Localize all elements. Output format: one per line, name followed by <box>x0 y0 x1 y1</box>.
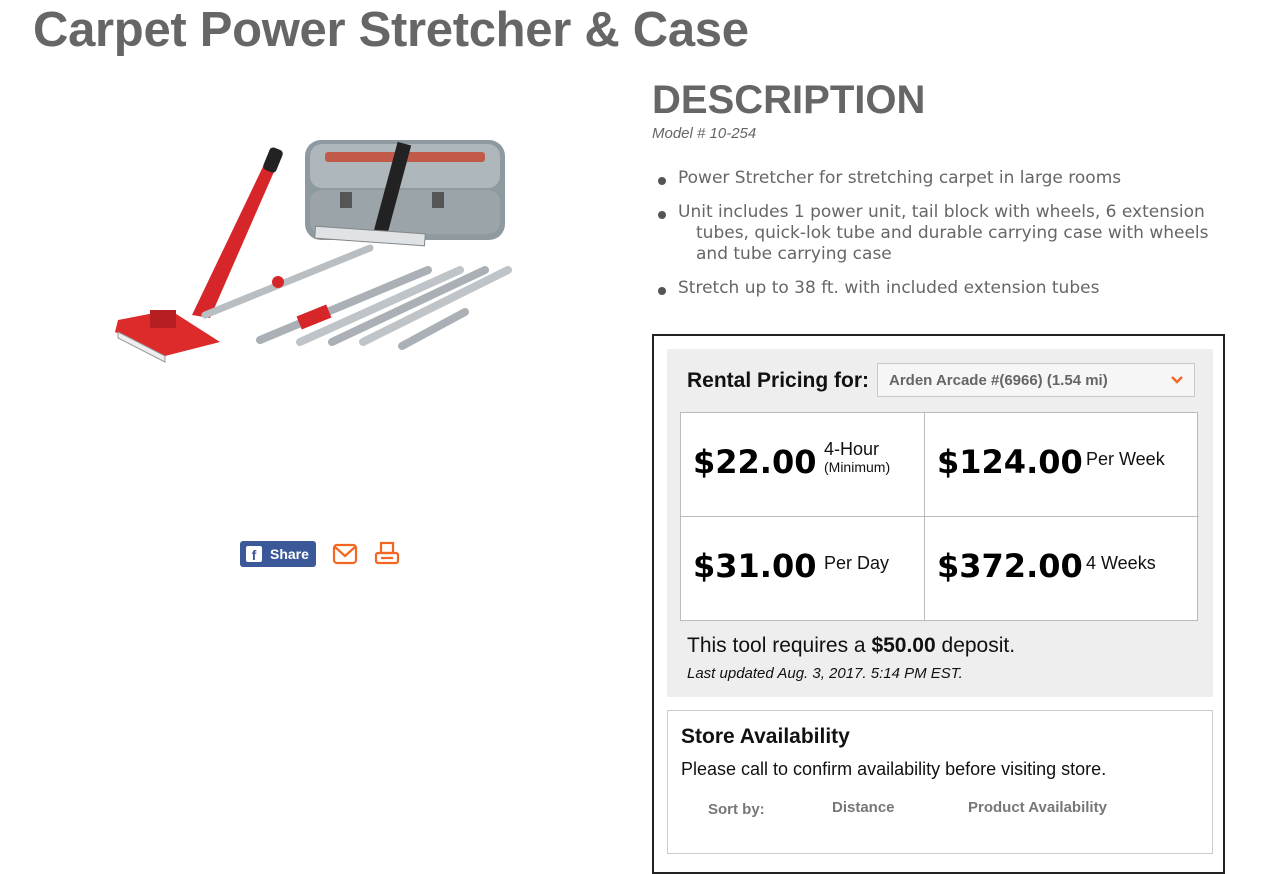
chevron-down-icon <box>1169 372 1185 392</box>
deposit-amount: $50.00 <box>871 634 936 657</box>
feature-item: Power Stretcher for stretching carpet in… <box>658 168 1218 189</box>
price-cell-4-hour: $22.00 4-Hour (Minimum) <box>681 413 925 517</box>
price-cell-per-week: $124.00 Per Week <box>925 413 1199 517</box>
feature-item: Unit includes 1 power unit, tail block w… <box>658 202 1218 265</box>
sort-label: Sort by: <box>708 801 765 818</box>
product-image <box>115 140 512 363</box>
price-grid: $22.00 4-Hour (Minimum) $124.00 Per Week… <box>680 412 1199 621</box>
price-period: Per Week <box>1086 449 1165 469</box>
feature-item: Stretch up to 38 ft. with included exten… <box>658 278 1218 299</box>
price-note: (Minimum) <box>824 459 891 475</box>
email-icon[interactable] <box>332 541 358 567</box>
rental-box: Rental Pricing for: Arden Arcade #(6966)… <box>652 334 1225 874</box>
carrying-case-graphic <box>305 140 505 240</box>
rental-pricing-panel: Rental Pricing for: Arden Arcade #(6966)… <box>667 349 1213 697</box>
feature-list: Power Stretcher for stretching carpet in… <box>658 168 1218 312</box>
description-heading: DESCRIPTION <box>652 78 926 122</box>
store-availability-title: Store Availability <box>681 725 850 748</box>
model-number: Model # 10-254 <box>652 125 757 142</box>
availability-message: Please call to confirm availability befo… <box>681 759 1107 779</box>
price-cell-4-weeks: $372.00 4 Weeks <box>925 517 1199 621</box>
share-toolbar: f Share <box>240 541 400 567</box>
sort-option-product-availability[interactable]: Product Availability <box>968 799 1107 816</box>
stretcher-lever-graphic <box>115 147 283 363</box>
price-period: 4-Hour (Minimum) <box>824 439 891 475</box>
price-cell-per-day: $31.00 Per Day <box>681 517 925 621</box>
page-title: Carpet Power Stretcher & Case <box>33 3 749 57</box>
price-period: Per Day <box>824 553 890 573</box>
store-select-value: Arden Arcade #(6966) (1.54 mi) <box>889 371 1108 389</box>
last-updated: Last updated Aug. 3, 2017. 5:14 PM EST. <box>687 665 963 682</box>
facebook-icon: f <box>246 546 262 562</box>
facebook-share-button[interactable]: f Share <box>240 541 316 567</box>
sort-option-distance[interactable]: Distance <box>832 799 895 816</box>
price-period: 4 Weeks <box>1086 553 1156 573</box>
print-icon[interactable] <box>374 541 400 567</box>
store-select[interactable]: Arden Arcade #(6966) (1.54 mi) <box>877 363 1195 397</box>
price-amount: $372.00 <box>937 547 1083 585</box>
rental-pricing-label: Rental Pricing for: <box>687 369 870 392</box>
price-amount: $22.00 <box>693 443 817 481</box>
price-amount: $31.00 <box>693 547 817 585</box>
deposit-notice: This tool requires a $50.00 deposit. <box>687 634 1016 657</box>
share-label: Share <box>270 546 309 562</box>
price-amount: $124.00 <box>937 443 1083 481</box>
store-availability-panel: Store Availability Please call to confir… <box>667 710 1213 854</box>
stretcher-rods-graphic <box>201 225 512 350</box>
